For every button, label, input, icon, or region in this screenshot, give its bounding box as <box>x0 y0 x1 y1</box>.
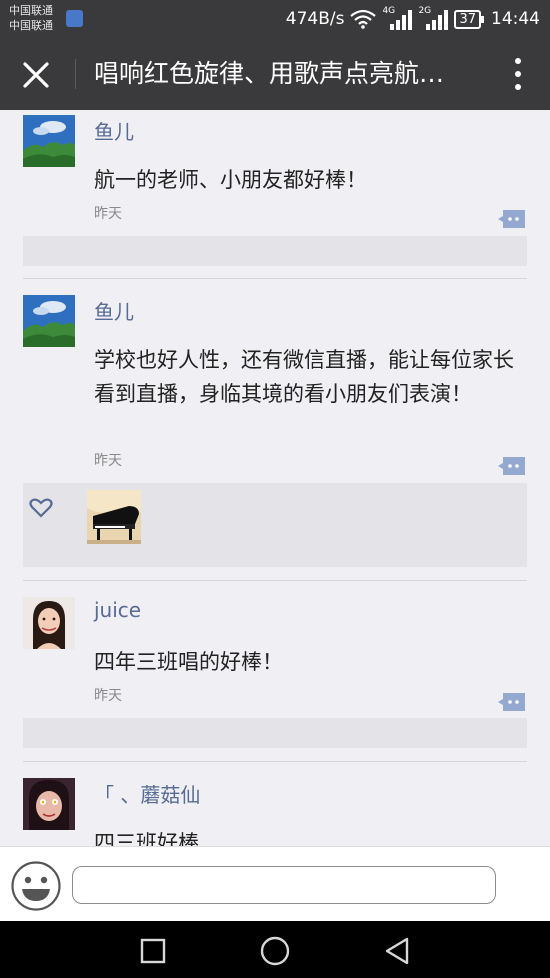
emoji-icon[interactable] <box>10 860 62 912</box>
close-icon[interactable] <box>18 57 54 93</box>
avatar-image <box>23 597 75 649</box>
divider <box>75 59 76 89</box>
heart-icon <box>29 498 53 518</box>
avatar[interactable] <box>23 778 75 830</box>
square-icon[interactable] <box>137 935 169 967</box>
carrier-2: 中国联通 <box>9 19 53 32</box>
comment-author[interactable]: 鱼儿 <box>94 296 134 325</box>
comment-bubble-icon[interactable] <box>497 455 527 479</box>
likes-panel <box>23 236 527 266</box>
more-vertical-icon[interactable] <box>504 55 532 93</box>
status-right: 474B/s 4G 2G 37 14:44 <box>285 6 540 31</box>
avatar-image <box>23 295 75 347</box>
top-bar: 唱响红色旋律、用歌声点亮航… <box>0 37 550 110</box>
carrier-1: 中国联通 <box>9 4 53 17</box>
system-nav-bar <box>0 921 550 978</box>
page-title: 唱响红色旋律、用歌声点亮航… <box>94 59 445 88</box>
status-bar: 中国联通 中国联通 474B/s 4G 2G 37 14:44 <box>0 0 550 37</box>
wifi-icon <box>350 9 377 29</box>
comment-bubble-icon[interactable] <box>497 208 527 232</box>
avatar[interactable] <box>23 115 75 167</box>
comment-author[interactable]: 鱼儿 <box>94 116 134 145</box>
likes-panel <box>23 718 527 748</box>
comment-text: 四三班好棒 <box>94 831 199 846</box>
liker-avatar[interactable] <box>87 490 141 544</box>
comment-time: 昨天 <box>94 206 122 222</box>
signal-1: 4G <box>382 6 413 30</box>
notification-app-icon <box>66 10 83 27</box>
comment-time: 昨天 <box>94 688 122 704</box>
carrier-labels: 中国联通 中国联通 <box>9 3 53 33</box>
comment-bubble-icon[interactable] <box>497 691 527 715</box>
comment-author[interactable]: 「 、蘑菇仙 <box>94 779 200 808</box>
comment-text: 学校也好人性，还有微信直播，能让每位家长看到直播，身临其境的看小朋友们表演！ <box>94 348 514 406</box>
comment-item: 鱼儿 学校也好人性，还有微信直播，能让每位家长看到直播，身临其境的看小朋友们表演… <box>23 279 527 581</box>
comment-item: 鱼儿 航一的老师、小朋友都好棒！ 昨天 <box>23 110 527 279</box>
comment-input-bar <box>0 846 550 922</box>
signal-bars-icon <box>390 10 413 30</box>
comment-feed[interactable]: 鱼儿 航一的老师、小朋友都好棒！ 昨天 鱼儿 学校也好人性，还有微信直播，能让每… <box>0 110 550 846</box>
comment-time: 昨天 <box>94 453 122 469</box>
clock: 14:44 <box>491 9 540 29</box>
piano-image <box>87 490 141 544</box>
triangle-back-icon[interactable] <box>381 935 413 967</box>
signal-2: 2G <box>418 6 449 30</box>
likes-panel <box>23 483 527 567</box>
comment-input[interactable] <box>72 866 496 904</box>
battery-indicator: 37 <box>454 9 484 29</box>
avatar-image <box>23 778 75 830</box>
avatar[interactable] <box>23 597 75 649</box>
avatar-image <box>23 115 75 167</box>
comment-author[interactable]: juice <box>94 598 141 622</box>
signal-bars-icon <box>426 10 449 30</box>
avatar[interactable] <box>23 295 75 347</box>
comment-item: 「 、蘑菇仙 四三班好棒 <box>23 762 527 846</box>
circle-icon[interactable] <box>259 935 291 967</box>
comment-item: juice 四年三班唱的好棒！ 昨天 <box>23 581 527 762</box>
comment-text: 四年三班唱的好棒！ <box>94 650 283 674</box>
network-speed: 474B/s <box>285 9 345 29</box>
comment-text: 航一的老师、小朋友都好棒！ <box>94 168 367 192</box>
